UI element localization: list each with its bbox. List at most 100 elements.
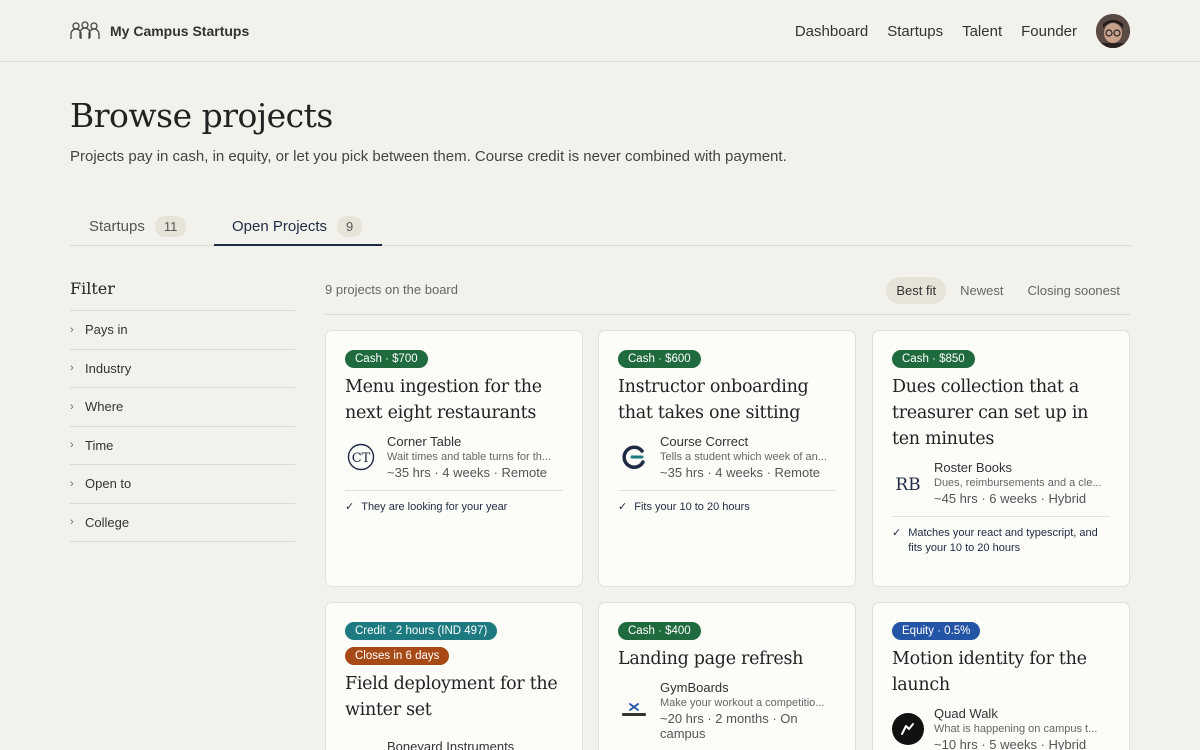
project-title: Menu ingestion for the next eight restau… — [345, 377, 542, 423]
company-description: Dues, reimbursements and a cle... — [934, 477, 1102, 489]
pay-badge: Cash · $850 — [892, 350, 975, 368]
avatar-image — [1096, 14, 1130, 48]
pay-badge: Cash · $700 — [345, 350, 428, 368]
divider — [325, 314, 1130, 315]
sort-best-fit[interactable]: Best fit — [886, 277, 947, 304]
company-row: CT Corner Table Wait times and table tur… — [345, 434, 563, 480]
rb-monogram-icon: RB — [892, 467, 924, 499]
cc-swirl-icon — [618, 441, 650, 473]
project-meta: ~45 hrs · 6 weeks · Hybrid — [934, 491, 1087, 506]
company-name: Quad Walk — [934, 706, 998, 721]
project-meta: ~35 hrs · 4 weeks · Remote — [387, 465, 548, 480]
chevron-right-icon: › — [70, 400, 74, 413]
project-card[interactable]: Equity · 0.5% Motion identity for the la… — [872, 602, 1130, 750]
company-name: Boneyard Instruments — [387, 738, 515, 750]
project-title: Landing page refresh — [618, 649, 804, 669]
filter-college[interactable]: › College — [70, 504, 295, 542]
project-card[interactable]: Cash · $400 Landing page refresh GymBoar… — [598, 602, 856, 750]
chevron-right-icon: › — [70, 362, 74, 375]
company-name: Course Correct — [660, 434, 749, 449]
tab-label: Open Projects — [232, 218, 328, 235]
chevron-right-icon: › — [70, 516, 74, 529]
brand-name: My Campus Startups — [110, 23, 250, 39]
nav-startups[interactable]: Startups — [887, 23, 943, 40]
check-icon: ✓ — [345, 501, 355, 513]
sort-closing-soonest[interactable]: Closing soonest — [1018, 277, 1131, 304]
filter-where[interactable]: › Where — [70, 388, 295, 427]
match-reason: ✓ Fits your 10 to 20 hours — [618, 490, 836, 515]
company-info: Boneyard Instruments — [387, 739, 563, 750]
company-name: Roster Books — [934, 460, 1013, 475]
project-meta: ~35 hrs · 4 weeks · Remote — [660, 465, 821, 480]
tab-open-projects[interactable]: Open Projects 9 — [232, 208, 363, 245]
project-card[interactable]: Credit · 2 hours (IND 497) Closes in 6 d… — [325, 602, 583, 750]
deadline-badge: Closes in 6 days — [345, 647, 450, 665]
company-logo — [345, 731, 377, 750]
main-nav: Dashboard Startups Talent Founder — [795, 14, 1130, 48]
chevron-right-icon: › — [70, 323, 74, 336]
chevron-right-icon: › — [70, 439, 74, 452]
nav-dashboard[interactable]: Dashboard — [795, 23, 868, 40]
brand[interactable]: My Campus Startups — [70, 20, 249, 42]
filter-label: Open to — [85, 476, 132, 492]
chevron-right-icon: › — [70, 477, 74, 490]
company-info: Course Correct Tells a student which wee… — [660, 434, 836, 480]
check-icon: ✓ — [618, 501, 628, 513]
svg-text:CT: CT — [352, 451, 371, 466]
filter-label: Pays in — [85, 322, 128, 338]
project-title: Motion identity for the launch — [892, 649, 1087, 695]
company-description: Tells a student which week of an... — [660, 451, 827, 463]
project-title: Dues collection that a treasurer can set… — [892, 377, 1089, 449]
project-meta: ~20 hrs · 2 months · On campus — [660, 711, 798, 741]
active-tab-indicator — [214, 244, 382, 246]
company-description: Make your workout a competitio... — [660, 697, 825, 709]
tabs: Startups 11 Open Projects 9 — [70, 198, 1131, 246]
tab-label: Startups — [89, 218, 145, 235]
sort-newest[interactable]: Newest — [950, 277, 1013, 304]
filter-label: Where — [85, 399, 124, 415]
pay-badge: Cash · $400 — [618, 622, 701, 640]
credit-badge: Credit · 2 hours (IND 497) — [345, 622, 498, 640]
filter-list: › Pays in › Industry › Where › Time › Open to… — [70, 310, 295, 542]
filter-pays-in[interactable]: › Pays in — [70, 311, 295, 350]
company-info: Roster Books Dues, reimbursements and a … — [934, 460, 1110, 506]
project-card[interactable]: Cash · $700 Menu ingestion for the next … — [325, 330, 583, 587]
company-row: Boneyard Instruments — [345, 731, 563, 750]
pay-badge: Cash · $600 — [618, 350, 701, 368]
tab-count: 11 — [154, 216, 187, 237]
equity-badge: Equity · 0.5% — [892, 622, 981, 640]
match-text: Fits your 10 to 20 hours — [634, 501, 750, 513]
people-logo-icon — [70, 21, 100, 39]
nav-talent[interactable]: Talent — [962, 23, 1002, 40]
company-row: GymBoards Make your workout a competitio… — [618, 680, 836, 741]
ct-monogram-icon: CT — [345, 441, 377, 473]
company-description: Wait times and table turns for th... — [387, 451, 552, 463]
avatar[interactable] — [1096, 14, 1130, 48]
quad-walk-logo-icon — [892, 713, 924, 745]
project-meta: ~10 hrs · 5 weeks · Hybrid — [934, 737, 1087, 750]
company-row: Quad Walk What is happening on campus t.… — [892, 706, 1110, 750]
sort-options: Best fit Newest Closing soonest — [886, 277, 1130, 304]
filter-label: Time — [85, 437, 114, 453]
project-title: Instructor onboarding that takes one sit… — [618, 377, 809, 423]
company-name: GymBoards — [660, 680, 729, 695]
svg-text:RB: RB — [895, 475, 920, 495]
match-text: Matches your react and typescript, and f… — [908, 527, 1098, 554]
nav-founder[interactable]: Founder — [1021, 23, 1077, 40]
project-card[interactable]: Cash · $850 Dues collection that a treas… — [872, 330, 1130, 587]
company-info: Quad Walk What is happening on campus t.… — [934, 706, 1110, 750]
project-card[interactable]: Cash · $600 Instructor onboarding that t… — [598, 330, 856, 587]
top-bar: My Campus Startups Dashboard Startups Ta… — [0, 0, 1200, 62]
company-row: RB Roster Books Dues, reimbursements and… — [892, 460, 1110, 506]
match-text: They are looking for your year — [361, 501, 508, 513]
company-name: Corner Table — [387, 434, 462, 449]
page-title: Browse projects — [70, 96, 333, 135]
company-description: What is happening on campus t... — [934, 723, 1098, 735]
filter-industry[interactable]: › Industry — [70, 350, 295, 388]
tab-startups[interactable]: Startups 11 — [89, 208, 187, 245]
filter-open-to[interactable]: › Open to — [70, 465, 295, 504]
filter-time[interactable]: › Time — [70, 427, 295, 465]
match-reason: ✓ They are looking for your year — [345, 490, 563, 515]
filter-label: Industry — [85, 360, 132, 376]
filter-label: College — [85, 514, 130, 530]
